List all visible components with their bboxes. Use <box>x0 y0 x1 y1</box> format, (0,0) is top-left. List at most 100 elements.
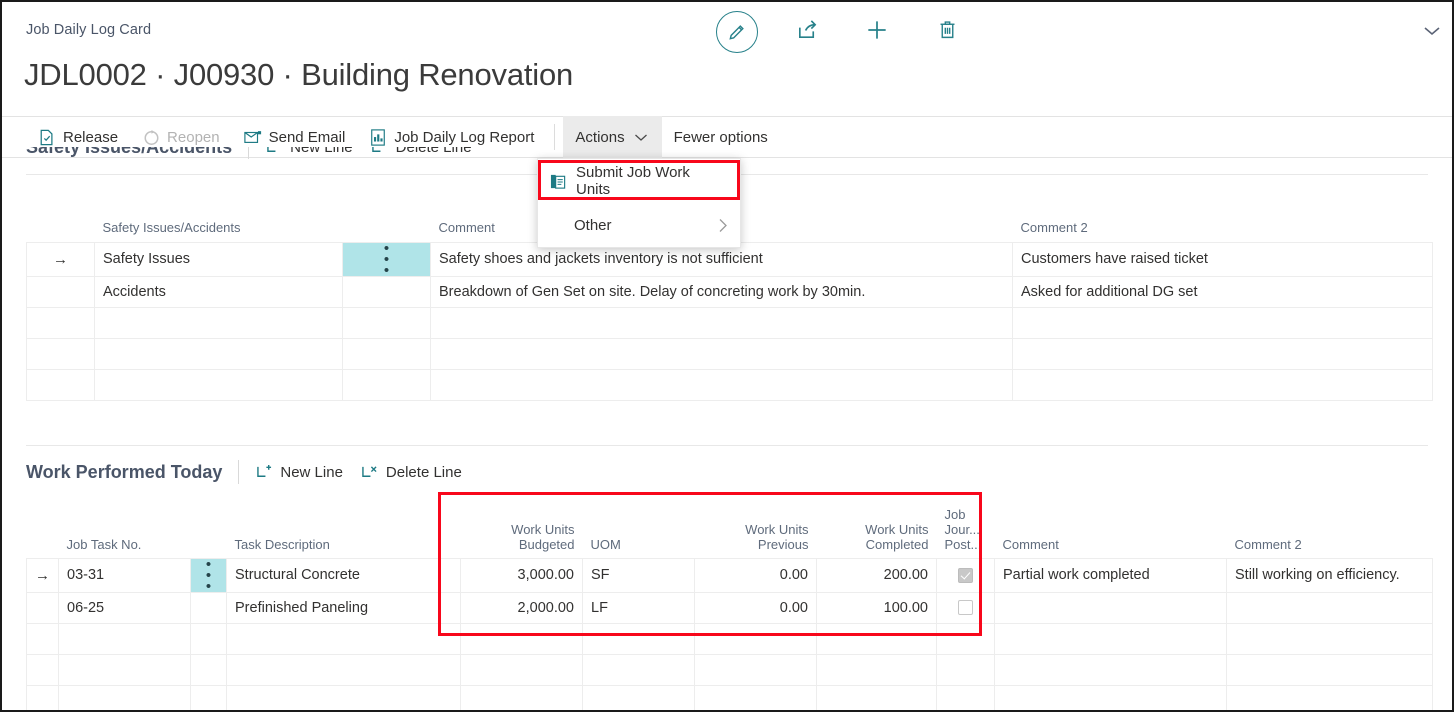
cell-task-description[interactable] <box>226 622 461 655</box>
table-row[interactable] <box>26 337 1433 370</box>
cell-task-description[interactable]: Structural Concrete <box>226 557 461 593</box>
row-menu-button[interactable] <box>190 622 227 655</box>
column-header-job-task-no[interactable]: Job Task No. <box>59 494 191 558</box>
column-header-work-units-budgeted[interactable]: Work Units Budgeted <box>461 494 583 558</box>
menu-item-submit-job-work-units[interactable]: Submit Job Work Units <box>538 159 740 203</box>
cell-comment2[interactable] <box>1012 368 1433 401</box>
cell-job-task-no[interactable] <box>58 622 191 655</box>
cell-comment[interactable]: Breakdown of Gen Set on site. Delay of c… <box>430 275 1013 308</box>
cell-comment[interactable]: Partial work completed <box>994 557 1227 593</box>
cell-comment[interactable] <box>994 653 1227 686</box>
delete-button[interactable] <box>912 10 982 54</box>
cell-comment2[interactable] <box>1226 622 1433 655</box>
cell-job-journal-posted[interactable] <box>936 684 995 710</box>
new-button[interactable] <box>842 10 912 54</box>
row-menu-button[interactable] <box>190 653 227 686</box>
row-menu-button[interactable] <box>342 337 431 370</box>
cell-job-task-no[interactable]: 06-25 <box>58 591 191 624</box>
cell-comment2[interactable] <box>1226 684 1433 710</box>
cell-job-journal-posted[interactable] <box>936 653 995 686</box>
column-header-uom[interactable]: UOM <box>583 494 695 558</box>
cell-uom[interactable] <box>582 622 695 655</box>
row-menu-button[interactable] <box>342 368 431 401</box>
table-row[interactable] <box>26 684 1433 710</box>
cell-work-units-previous[interactable] <box>694 653 817 686</box>
cell-work-units-budgeted[interactable] <box>460 684 583 710</box>
table-row[interactable]: Accidents Breakdown of Gen Set on site. D… <box>26 275 1433 308</box>
cell-work-units-budgeted[interactable] <box>460 653 583 686</box>
cell-uom[interactable] <box>582 653 695 686</box>
cell-uom[interactable] <box>582 684 695 710</box>
work-new-line-button[interactable]: New Line <box>255 463 343 481</box>
cell-task-description[interactable] <box>226 684 461 710</box>
cell-comment2[interactable]: Customers have raised ticket <box>1012 241 1433 277</box>
cell-work-units-completed[interactable] <box>816 622 937 655</box>
cell-comment2[interactable]: Asked for additional DG set <box>1012 275 1433 308</box>
cell-work-units-previous[interactable]: 0.00 <box>694 557 817 593</box>
cell-comment[interactable] <box>430 368 1013 401</box>
cell-comment2[interactable]: Still working on efficiency. <box>1226 557 1433 593</box>
row-menu-button[interactable] <box>342 275 431 308</box>
column-header-work-units-completed[interactable]: Work Units Completed <box>817 494 937 558</box>
row-menu-button[interactable] <box>342 306 431 339</box>
cell-safety-issue[interactable]: Safety Issues <box>94 241 343 277</box>
cell-work-units-completed[interactable]: 200.00 <box>816 557 937 593</box>
column-header-comment[interactable]: Comment <box>995 494 1227 558</box>
row-menu-button[interactable] <box>190 591 227 624</box>
cell-work-units-previous[interactable] <box>694 622 817 655</box>
column-header-comment2[interactable]: Comment 2 <box>1227 494 1433 558</box>
cell-safety-issue[interactable]: Accidents <box>94 275 343 308</box>
cell-safety-issue[interactable] <box>94 306 343 339</box>
column-header-comment2[interactable]: Comment 2 <box>1013 208 1433 242</box>
cell-comment[interactable] <box>994 622 1227 655</box>
column-header-safety-issues[interactable]: Safety Issues/Accidents <box>95 208 343 242</box>
table-row[interactable] <box>26 306 1433 339</box>
row-menu-button[interactable] <box>190 684 227 710</box>
safety-delete-line-button[interactable]: Delete Line <box>371 147 472 156</box>
cell-uom[interactable]: LF <box>582 591 695 624</box>
cell-work-units-budgeted[interactable] <box>460 622 583 655</box>
cell-comment[interactable] <box>430 337 1013 370</box>
cell-comment[interactable] <box>994 684 1227 710</box>
cell-comment2[interactable] <box>1226 591 1433 624</box>
cell-work-units-completed[interactable] <box>816 653 937 686</box>
cell-task-description[interactable] <box>226 653 461 686</box>
cell-work-units-previous[interactable]: 0.00 <box>694 591 817 624</box>
cell-safety-issue[interactable] <box>94 337 343 370</box>
menu-item-other[interactable]: Other <box>538 203 740 247</box>
cell-comment2[interactable] <box>1226 653 1433 686</box>
table-row[interactable]: 06-25 Prefinished Paneling 2,000.00 LF 0.00 1… <box>26 591 1433 624</box>
column-header-work-units-previous[interactable]: Work Units Previous <box>695 494 817 558</box>
cell-work-units-budgeted[interactable]: 2,000.00 <box>460 591 583 624</box>
cell-safety-issue[interactable] <box>94 368 343 401</box>
collapse-page-button[interactable] <box>1422 24 1442 42</box>
cell-work-units-budgeted[interactable]: 3,000.00 <box>460 557 583 593</box>
row-menu-button[interactable]: • • • <box>342 241 431 277</box>
row-menu-button[interactable]: • • • <box>190 557 227 593</box>
cell-comment[interactable] <box>430 306 1013 339</box>
cell-job-journal-posted[interactable] <box>936 557 995 593</box>
edit-button[interactable] <box>702 10 772 54</box>
column-header-task-description[interactable]: Task Description <box>227 494 461 558</box>
cell-comment2[interactable] <box>1012 306 1433 339</box>
cell-job-task-no[interactable] <box>58 653 191 686</box>
cell-work-units-previous[interactable] <box>694 684 817 710</box>
job-journal-posted-checkbox[interactable] <box>958 600 973 616</box>
cell-job-task-no[interactable]: 03-31 <box>58 557 191 593</box>
cell-task-description[interactable]: Prefinished Paneling <box>226 591 461 624</box>
table-row[interactable]: → 03-31 • • • Structural Concrete 3,000.00 SF 0.… <box>26 557 1433 593</box>
job-journal-posted-checkbox[interactable] <box>958 567 973 583</box>
column-header-job-journal-posted[interactable]: Job Jour... Post... <box>937 494 995 558</box>
cell-work-units-completed[interactable]: 100.00 <box>816 591 937 624</box>
cell-job-journal-posted[interactable] <box>936 591 995 624</box>
share-button[interactable] <box>772 10 842 54</box>
table-row[interactable] <box>26 653 1433 686</box>
table-row[interactable] <box>26 368 1433 401</box>
breadcrumb[interactable]: Job Daily Log Card <box>26 22 151 38</box>
cell-comment2[interactable] <box>1012 337 1433 370</box>
cell-comment[interactable] <box>994 591 1227 624</box>
cell-uom[interactable]: SF <box>582 557 695 593</box>
table-row[interactable] <box>26 622 1433 655</box>
cell-work-units-completed[interactable] <box>816 684 937 710</box>
safety-new-line-button[interactable]: New Line <box>265 147 353 156</box>
